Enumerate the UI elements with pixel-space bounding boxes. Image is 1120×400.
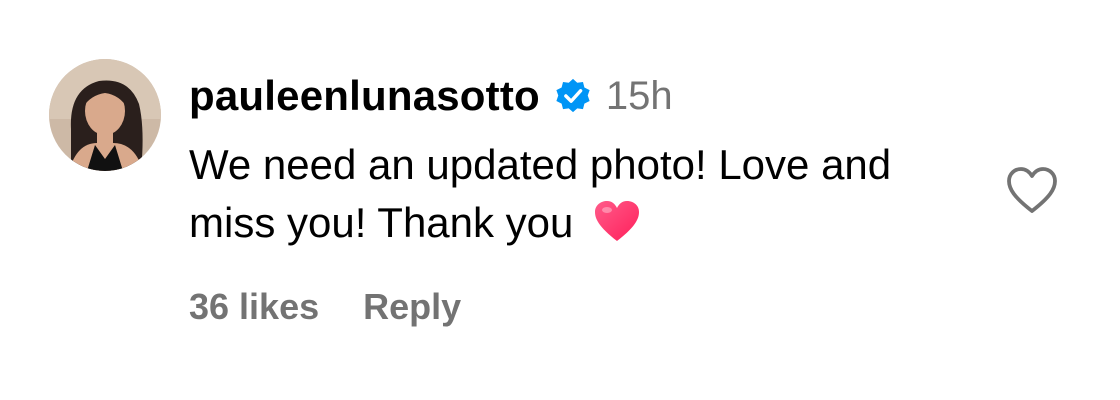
heart-emoji-icon <box>593 199 641 243</box>
comment-header: pauleenlunasotto 15h <box>189 66 949 126</box>
comment-footer: 36 likes Reply <box>189 282 461 332</box>
comment-text: We need an updated photo! Love and miss … <box>189 141 892 246</box>
comment-text-block: We need an updated photo! Love and miss … <box>189 136 919 252</box>
timestamp: 15h <box>605 73 673 118</box>
likes-count[interactable]: 36 likes <box>189 286 319 328</box>
heart-outline-icon[interactable] <box>1004 164 1060 216</box>
avatar[interactable] <box>49 59 161 171</box>
avatar-image <box>49 59 161 171</box>
comment-item: pauleenlunasotto 15h We need an updated … <box>0 0 1120 400</box>
verified-badge-icon <box>554 77 592 115</box>
username[interactable]: pauleenlunasotto <box>189 72 540 120</box>
comment-body: pauleenlunasotto 15h We need an updated … <box>189 66 949 252</box>
reply-button[interactable]: Reply <box>363 286 461 328</box>
